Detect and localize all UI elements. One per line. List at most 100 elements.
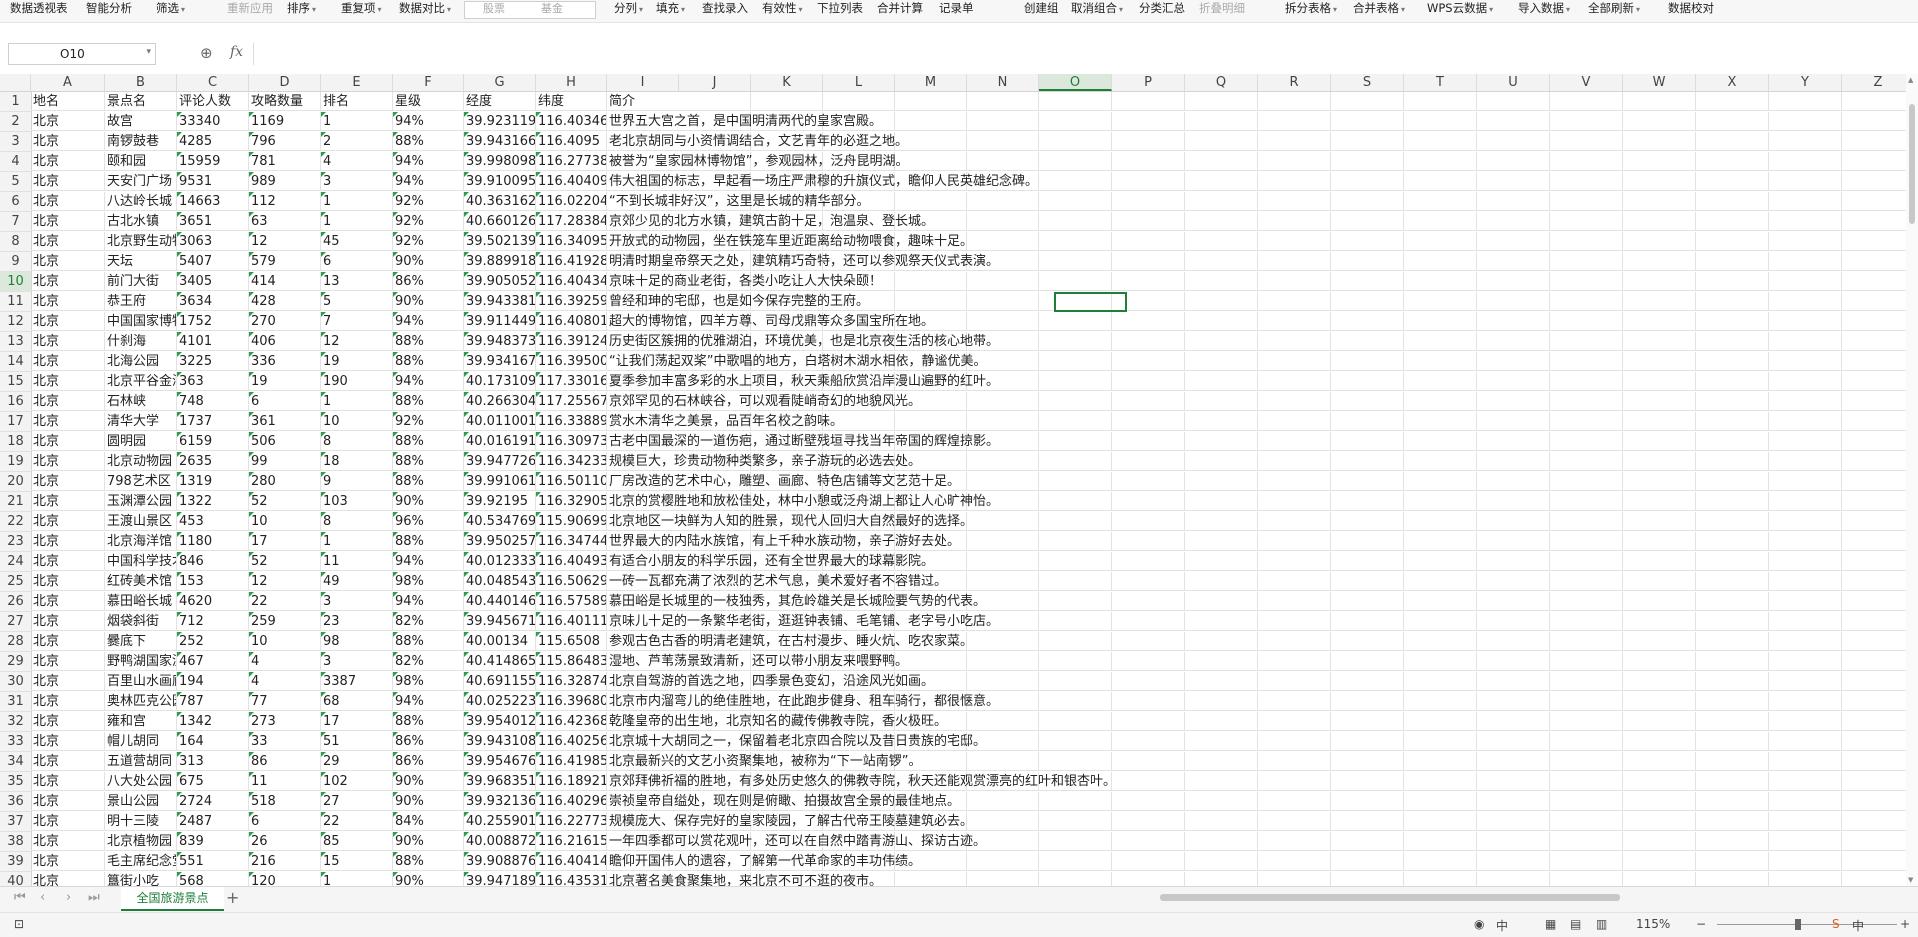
cell-x[interactable] — [1696, 132, 1769, 151]
cell-a[interactable]: 北京 — [31, 632, 105, 651]
cell-g[interactable]: 40.266304 — [464, 392, 536, 411]
cell-p[interactable] — [1112, 872, 1185, 886]
cell-n[interactable] — [967, 632, 1039, 651]
cell-r[interactable] — [1258, 552, 1331, 571]
cell-h[interactable]: 116.33889 — [536, 412, 607, 431]
cell-e[interactable]: 10 — [321, 412, 393, 431]
cell-x[interactable] — [1696, 152, 1769, 171]
cell-e[interactable]: 19 — [321, 352, 393, 371]
cell-s[interactable] — [1331, 152, 1404, 171]
cell-x[interactable] — [1696, 112, 1769, 131]
cell-t[interactable] — [1404, 372, 1477, 391]
cell-g[interactable]: 39.932136 — [464, 792, 536, 811]
cell-v[interactable] — [1550, 92, 1623, 111]
cell-g[interactable]: 39.943108 — [464, 732, 536, 751]
cell-v[interactable] — [1550, 292, 1623, 311]
spreadsheet-grid[interactable]: ABCDEFGHIJKLMNOPQRSTUVWXYZ 1 地名 景点名 评论人数 攻略数… — [0, 74, 1906, 886]
cell-g[interactable]: 40.008872 — [464, 832, 536, 851]
cell-w[interactable] — [1623, 512, 1696, 531]
cell-o[interactable] — [1039, 732, 1112, 751]
row-header[interactable]: 8 — [0, 232, 32, 252]
cell-m[interactable] — [895, 872, 967, 886]
cell-f[interactable]: 88% — [393, 132, 464, 151]
cell-b[interactable]: 红砖美术馆 — [105, 572, 177, 591]
cell-r[interactable] — [1258, 712, 1331, 731]
cell-w[interactable] — [1623, 312, 1696, 331]
cell-q[interactable] — [1185, 272, 1258, 291]
cell-o[interactable] — [1039, 592, 1112, 611]
row-header[interactable]: 25 — [0, 572, 32, 592]
cell-f[interactable]: 90% — [393, 792, 464, 811]
cell-h[interactable]: 116.43531 — [536, 872, 607, 886]
cell-c[interactable]: 2635 — [177, 452, 249, 471]
cell-d[interactable]: 22 — [249, 592, 321, 611]
column-header-p[interactable]: P — [1112, 74, 1185, 91]
cell-r[interactable] — [1258, 812, 1331, 831]
cell-m[interactable] — [895, 192, 967, 211]
row-header[interactable]: 31 — [0, 692, 32, 712]
cell-g[interactable]: 39.947189 — [464, 872, 536, 886]
cell-b[interactable]: 什刹海 — [105, 332, 177, 351]
row-header[interactable]: 17 — [0, 412, 32, 432]
cell-w[interactable] — [1623, 152, 1696, 171]
cell-x[interactable] — [1696, 432, 1769, 451]
cell-o[interactable] — [1039, 792, 1112, 811]
cell-i[interactable]: 京郊少见的北方水镇，建筑古韵十足，泡温泉、登长城。 — [607, 212, 934, 231]
cell-e[interactable]: 3387 — [321, 672, 393, 691]
cell-p[interactable] — [1112, 752, 1185, 771]
cell-v[interactable] — [1550, 432, 1623, 451]
cell-p[interactable] — [1112, 552, 1185, 571]
cell-v[interactable] — [1550, 192, 1623, 211]
cell-a[interactable]: 北京 — [31, 812, 105, 831]
cell-e[interactable]: 3 — [321, 652, 393, 671]
cell-i[interactable]: “不到长城非好汉”，这里是长城的精华部分。 — [607, 192, 869, 211]
cell-d[interactable]: 11 — [249, 772, 321, 791]
cell-e[interactable]: 3 — [321, 172, 393, 191]
cell-q[interactable] — [1185, 352, 1258, 371]
cell-e[interactable]: 15 — [321, 852, 393, 871]
row-header[interactable]: 29 — [0, 652, 32, 672]
cell-a[interactable]: 北京 — [31, 552, 105, 571]
cell-i[interactable]: 明清时期皇帝祭天之处，建筑精巧奇特，还可以参观祭天仪式表演。 — [607, 252, 999, 271]
cell-x[interactable] — [1696, 612, 1769, 631]
cell-d[interactable]: 6 — [249, 392, 321, 411]
cell-c[interactable]: 评论人数 — [177, 92, 249, 111]
cell-g[interactable]: 39.954676 — [464, 752, 536, 771]
column-header-c[interactable]: C — [177, 74, 249, 91]
cell-b[interactable]: 798艺术区 — [105, 472, 177, 491]
cell-t[interactable] — [1404, 412, 1477, 431]
cell-d[interactable]: 518 — [249, 792, 321, 811]
cell-e[interactable]: 1 — [321, 112, 393, 131]
cell-c[interactable]: 363 — [177, 372, 249, 391]
cell-i[interactable]: 世界五大宫之首，是中国明清两代的皇家宫殿。 — [607, 112, 882, 131]
select-all-corner[interactable] — [0, 74, 31, 91]
cell-t[interactable] — [1404, 172, 1477, 191]
cell-s[interactable] — [1331, 412, 1404, 431]
cell-o[interactable] — [1039, 472, 1112, 491]
cell-t[interactable] — [1404, 492, 1477, 511]
cell-r[interactable] — [1258, 152, 1331, 171]
cell-i[interactable]: 有适合小朋友的科学乐园，还有全世界最大的球幕影院。 — [607, 552, 934, 571]
cell-x[interactable] — [1696, 472, 1769, 491]
cell-v[interactable] — [1550, 552, 1623, 571]
cell-g[interactable]: 39.948373 — [464, 332, 536, 351]
cell-z[interactable] — [1842, 112, 1906, 131]
cell-b[interactable]: 爨底下 — [105, 632, 177, 651]
cell-o[interactable] — [1039, 532, 1112, 551]
cell-f[interactable]: 94% — [393, 692, 464, 711]
cell-e[interactable]: 27 — [321, 792, 393, 811]
cell-z[interactable] — [1842, 92, 1906, 111]
row-header[interactable]: 13 — [0, 332, 32, 352]
cell-n[interactable] — [967, 412, 1039, 431]
column-header-i[interactable]: I — [607, 74, 679, 91]
cell-q[interactable] — [1185, 832, 1258, 851]
cell-w[interactable] — [1623, 792, 1696, 811]
cell-z[interactable] — [1842, 392, 1906, 411]
cell-f[interactable]: 88% — [393, 712, 464, 731]
cell-q[interactable] — [1185, 412, 1258, 431]
cell-i[interactable]: 规模巨大，珍贵动物种类繁多，亲子游玩的必选去处。 — [607, 452, 921, 471]
cell-h[interactable]: 116.57589 — [536, 592, 607, 611]
cell-i[interactable]: 世界最大的内陆水族馆，有上千种水族动物，亲子游好去处。 — [607, 532, 960, 551]
cell-w[interactable] — [1623, 372, 1696, 391]
cell-n[interactable] — [967, 292, 1039, 311]
